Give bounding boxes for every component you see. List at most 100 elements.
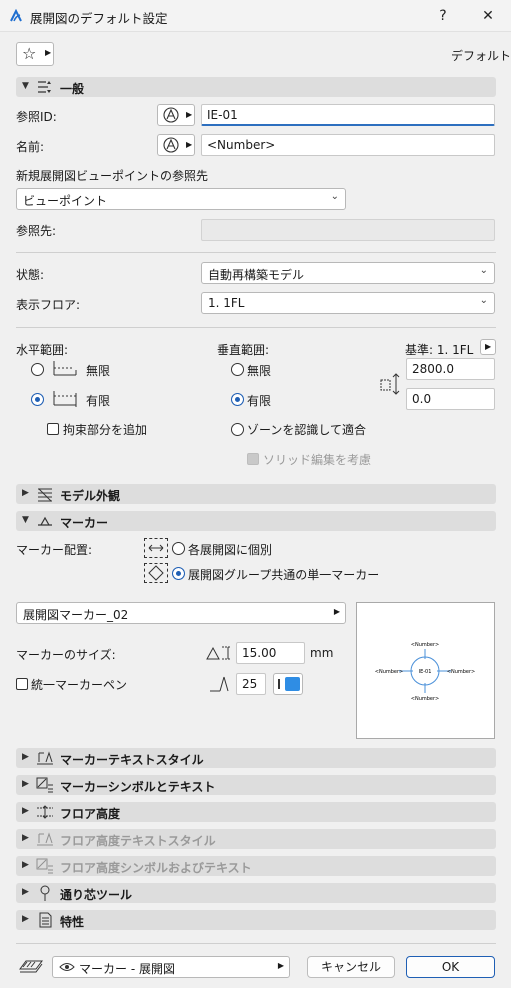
section-label: 一般	[60, 82, 85, 96]
top-height-input[interactable]: 2800.0	[406, 358, 495, 380]
preview-left-text: <Number>	[375, 669, 403, 675]
collapsed-arrow-icon: ▶	[22, 860, 29, 870]
preview-right-text: <Number>	[447, 669, 475, 675]
zone-fit-label: ゾーンを認識して適合	[247, 423, 367, 437]
cancel-button[interactable]: キャンセル	[307, 956, 395, 978]
grid-tool-icon	[36, 885, 54, 901]
window-title: 展開図のデフォルト設定	[30, 11, 168, 26]
chevron-down-icon: ⌄	[479, 265, 488, 276]
ok-button[interactable]: OK	[406, 956, 495, 978]
section-model-appearance[interactable]: ▶ モデル外観	[16, 484, 496, 504]
marker-size-input[interactable]: 15.00	[236, 642, 305, 664]
autotext-button[interactable]: ▶	[157, 134, 195, 156]
collapsed-arrow-icon: ▶	[22, 779, 29, 789]
autotext-icon	[162, 136, 182, 154]
collapsed-arrow-icon: ▶	[22, 833, 29, 843]
h-infinite-radio[interactable]	[31, 363, 44, 376]
expand-arrow-icon: ▼	[22, 81, 29, 91]
section-marker-text-style[interactable]: ▶ マーカーテキストスタイル	[16, 748, 496, 768]
ref-to-label: 参照先:	[16, 224, 57, 238]
display-floor-select[interactable]: 1. 1FL ⌄	[201, 292, 495, 314]
section-label: マーカーテキストスタイル	[60, 753, 204, 767]
triangle-right-icon: ▶	[485, 342, 492, 351]
section-properties[interactable]: ▶ 特性	[16, 910, 496, 930]
section-label: 通り芯ツール	[60, 888, 133, 902]
marker-size-icon	[205, 644, 233, 662]
marker-individual-label: 各展開図に個別	[188, 543, 273, 557]
base-floor-button[interactable]: ▶	[480, 339, 496, 355]
autotext-button[interactable]: ▶	[157, 104, 195, 126]
section-marker[interactable]: ▼ マーカー	[16, 511, 496, 531]
v-limited-radio[interactable]	[231, 393, 244, 406]
section-floor-height[interactable]: ▶ フロア高度	[16, 802, 496, 822]
symbol-text-icon	[36, 858, 54, 874]
v-infinite-label: 無限	[247, 364, 272, 378]
collapsed-arrow-icon: ▶	[22, 914, 29, 924]
collapsed-arrow-icon: ▶	[22, 887, 29, 897]
base-floor-label: 基準: 1. 1FL	[405, 343, 474, 357]
eye-icon	[59, 960, 75, 974]
triangle-right-icon: ▶	[277, 961, 284, 970]
chevron-down-icon: ⌄	[330, 191, 339, 202]
floor-height-icon	[36, 804, 54, 820]
section-label: マーカーシンボルとテキスト	[60, 780, 216, 794]
individual-marker-icon	[144, 538, 168, 558]
chevron-down-icon: ⌄	[479, 295, 488, 306]
divider	[16, 252, 496, 253]
expand-arrow-icon: ▼	[22, 515, 29, 525]
h-limited-label: 有限	[86, 394, 111, 408]
marker-icon	[36, 513, 54, 529]
display-floor-label: 表示フロア:	[16, 298, 81, 312]
marker-size-label: マーカーのサイズ:	[16, 648, 116, 662]
divider	[16, 943, 496, 944]
layer-select[interactable]: マーカー - 展開図 ▶	[52, 956, 290, 978]
pen-color-swatch	[285, 677, 300, 691]
section-grid-tool[interactable]: ▶ 通り芯ツール	[16, 883, 496, 903]
app-icon	[9, 9, 23, 23]
uniform-pen-checkbox[interactable]	[16, 678, 28, 690]
marker-type-value: 展開図マーカー_02	[23, 608, 129, 622]
pen-weight-line	[278, 679, 280, 689]
marker-placement-label: マーカー配置:	[16, 543, 93, 557]
ref-to-field	[201, 219, 495, 241]
bottom-height-input[interactable]: 0.0	[406, 388, 495, 410]
collapsed-arrow-icon: ▶	[22, 806, 29, 816]
default-label: デフォルト	[451, 49, 511, 63]
collapsed-arrow-icon: ▶	[22, 488, 29, 498]
ref-id-label: 参照ID:	[16, 110, 57, 124]
marker-individual-radio[interactable]	[172, 542, 185, 555]
pen-color-button[interactable]	[273, 673, 303, 695]
marker-group-label: 展開図グループ共通の単一マーカー	[188, 568, 380, 582]
pen-number-input[interactable]: 25	[236, 673, 266, 695]
section-floor-height-text-style: ▶ フロア高度テキストスタイル	[16, 829, 496, 849]
viewpoint-select[interactable]: ビューポイント ⌄	[16, 188, 346, 210]
solid-edit-checkbox[interactable]	[247, 453, 259, 465]
properties-icon	[36, 912, 54, 928]
viewpoint-select-value: ビューポイント	[23, 194, 108, 208]
section-label: フロア高度テキストスタイル	[60, 834, 216, 848]
uniform-pen-label: 統一マーカーペン	[31, 678, 128, 692]
close-button[interactable]: ✕	[473, 4, 503, 28]
section-general[interactable]: ▼ 一般	[16, 77, 496, 97]
new-viewpoint-label: 新規展開図ビューポイントの参照先	[16, 169, 209, 183]
marker-type-select[interactable]: 展開図マーカー_02 ▶	[16, 602, 346, 624]
ref-id-input[interactable]: IE-01	[201, 104, 495, 126]
help-button[interactable]: ?	[428, 4, 458, 28]
height-range-icon	[380, 372, 404, 396]
limited-range-icon	[50, 388, 80, 410]
name-input[interactable]: <Number>	[201, 134, 495, 156]
favorites-button[interactable]: ☆ ▶	[16, 42, 54, 66]
layer-select-value: マーカー - 展開図	[79, 962, 175, 976]
add-constraint-checkbox[interactable]	[47, 423, 59, 435]
zone-fit-radio[interactable]	[231, 423, 244, 436]
v-infinite-radio[interactable]	[231, 363, 244, 376]
divider	[16, 327, 496, 328]
status-select[interactable]: 自動再構築モデル ⌄	[201, 262, 495, 284]
section-marker-symbol-text[interactable]: ▶ マーカーシンボルとテキスト	[16, 775, 496, 795]
triangle-right-icon: ▶	[45, 48, 52, 57]
section-label: フロア高度	[60, 807, 121, 821]
h-infinite-label: 無限	[86, 364, 111, 378]
marker-group-radio[interactable]	[172, 567, 185, 580]
h-limited-radio[interactable]	[31, 393, 44, 406]
section-label: マーカー	[60, 516, 109, 530]
